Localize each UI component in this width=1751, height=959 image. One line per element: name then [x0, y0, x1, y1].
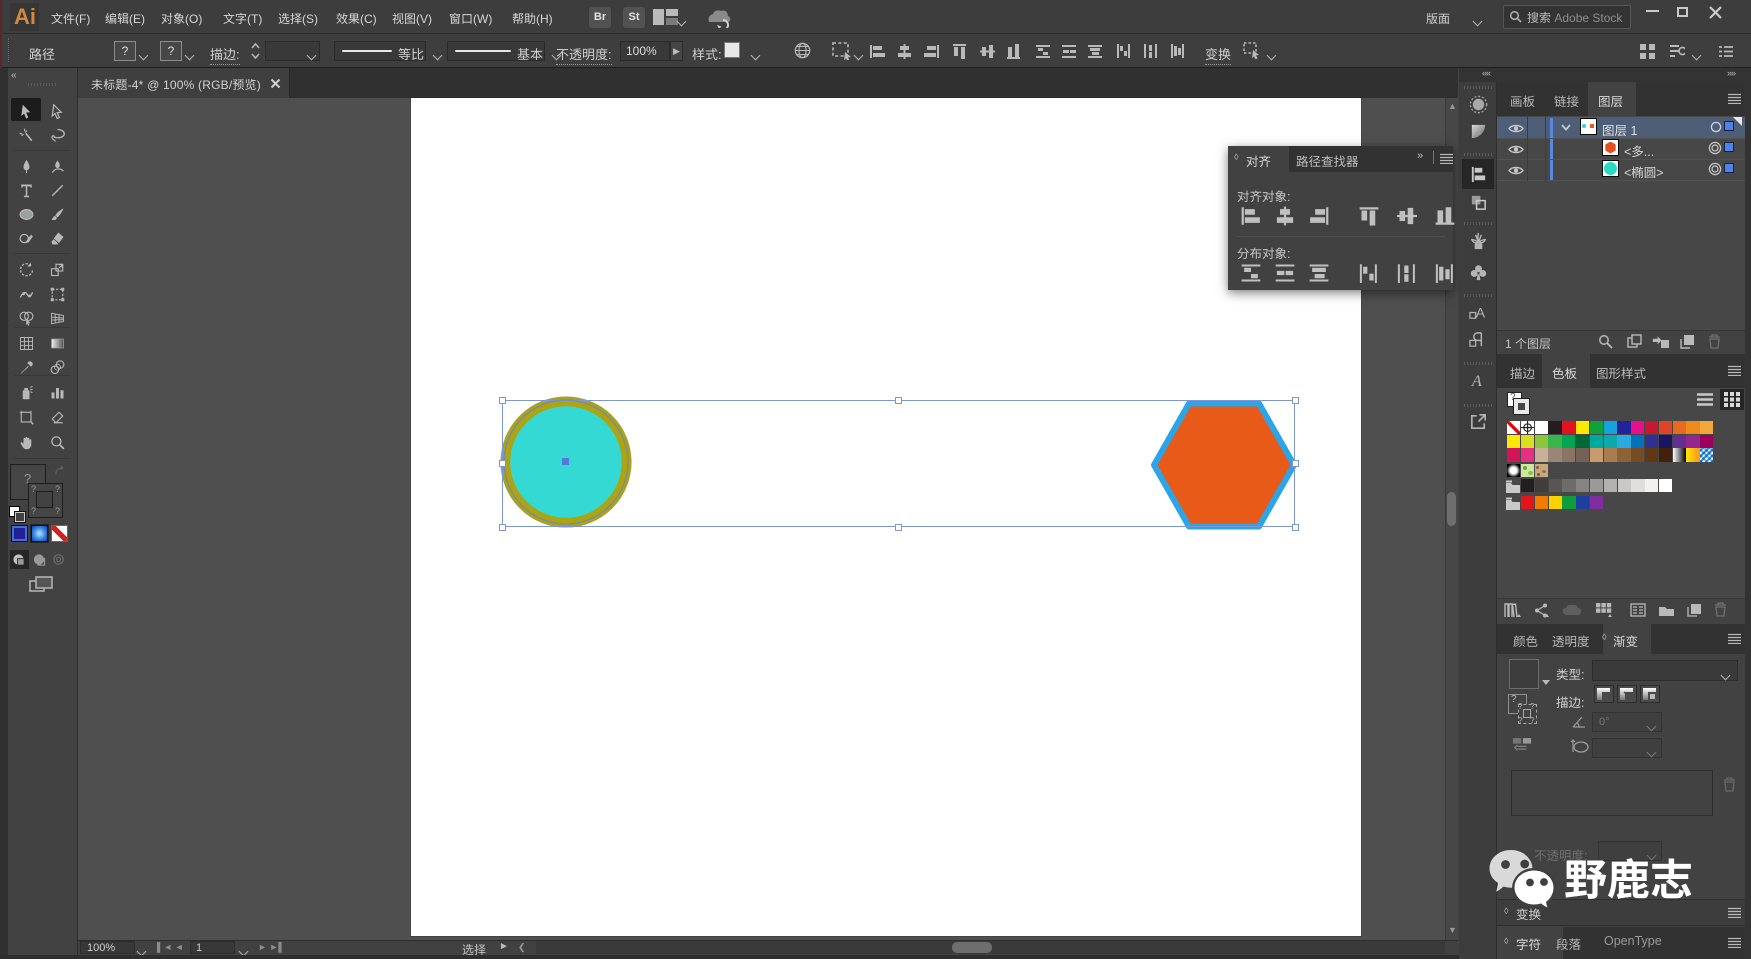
svg-text:A: A — [1476, 305, 1486, 321]
svg-text:A: A — [1471, 373, 1482, 390]
